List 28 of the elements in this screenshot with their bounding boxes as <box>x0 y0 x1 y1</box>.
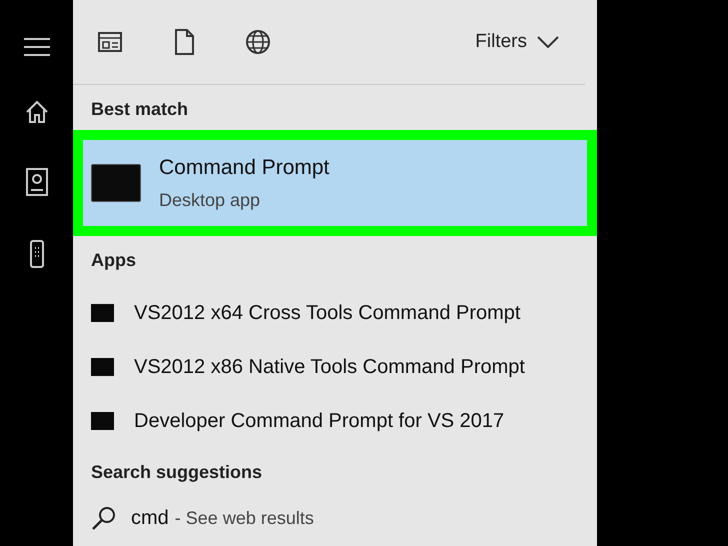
section-header: Apps <box>90 249 137 272</box>
console-icon <box>91 358 114 376</box>
home-icon[interactable] <box>24 100 48 124</box>
best-match-item[interactable]: Command Prompt Desktop app <box>73 130 597 236</box>
app-result[interactable]: Developer Command Prompt for VS 2017 <box>73 394 597 448</box>
hint-text: - See web results <box>174 508 314 528</box>
app-result[interactable]: VS2012 x86 Native Tools Command Prompt <box>73 340 597 394</box>
remote-icon[interactable] <box>28 240 44 268</box>
globe-icon[interactable] <box>245 29 271 55</box>
filters-dropdown[interactable]: Filters <box>475 31 559 53</box>
app-title: Developer Command Prompt for VS 2017 <box>134 410 504 432</box>
search-suggestion[interactable]: cmd - See web results <box>73 492 597 544</box>
query-text: cmd <box>131 506 169 530</box>
chevron-icon <box>537 36 559 48</box>
section-header: Search suggestions <box>90 461 264 484</box>
app-title: VS2012 x86 Native Tools Command Prompt <box>134 356 525 378</box>
section-header: Best match <box>90 98 190 121</box>
menu-icon[interactable] <box>24 38 50 56</box>
document-icon[interactable] <box>24 168 48 196</box>
console-icon <box>91 164 141 202</box>
item-title: Command Prompt <box>159 156 330 180</box>
item-subtitle: Desktop app <box>159 190 262 210</box>
app-result[interactable]: VS2012 x64 Cross Tools Command Prompt <box>73 286 597 340</box>
app-title: VS2012 x64 Cross Tools Command Prompt <box>134 302 520 324</box>
console-icon <box>91 304 114 322</box>
console-icon <box>91 412 114 430</box>
search-icon <box>91 505 117 531</box>
app-window-icon[interactable] <box>97 29 123 55</box>
